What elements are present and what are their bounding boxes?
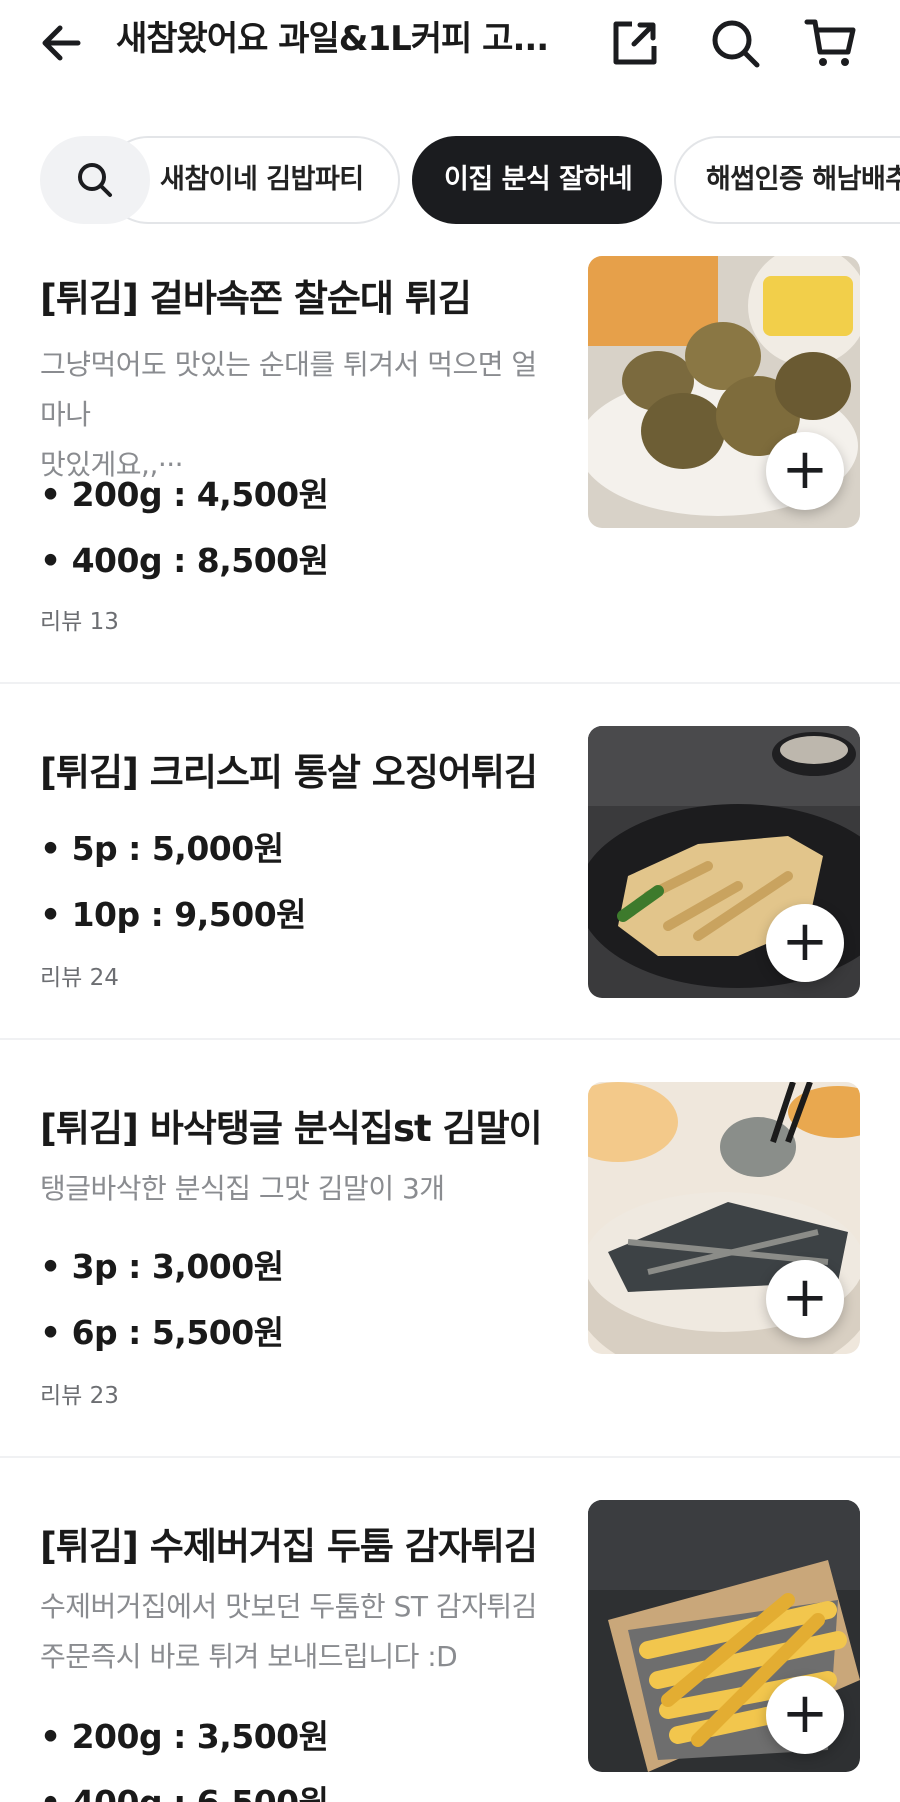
back-button[interactable]: [38, 18, 92, 68]
add-to-cart-button[interactable]: +: [766, 432, 844, 510]
plus-icon: +: [781, 1265, 829, 1330]
arrow-left-icon: [42, 25, 81, 61]
plus-icon: +: [781, 909, 829, 974]
product-description: 탱글바삭한 분식집 그맛 김말이 3개: [40, 1164, 560, 1214]
product-name: [튀김] 바삭탱글 분식집st 김말이: [40, 1107, 543, 1150]
list-item[interactable]: [튀김] 바삭탱글 분식집st 김말이 탱글바삭한 분식집 그맛 김말이 3개 …: [0, 1040, 900, 1458]
add-to-cart-button[interactable]: +: [766, 1676, 844, 1754]
description-line: 탱글바삭한 분식집 그맛 김말이 3개: [40, 1172, 445, 1205]
description-line: 주문즉시 바로 튀겨 보내드립니다 :D: [40, 1640, 458, 1673]
price-option: • 6p : 5,500원: [40, 1313, 284, 1352]
search-icon: [78, 163, 112, 197]
product-description: 수제버거집에서 맛보던 두툼한 ST 감자튀김 주문즉시 바로 튀겨 보내드립니…: [40, 1582, 560, 1682]
plus-icon: +: [781, 1681, 829, 1746]
list-item[interactable]: [튀김] 수제버거집 두툼 감자튀김 수제버거집에서 맛보던 두툼한 ST 감자…: [0, 1458, 900, 1802]
tab-category-2[interactable]: 해썹인증 해남배추: [674, 136, 900, 224]
price-option: • 3p : 3,000원: [40, 1247, 284, 1286]
product-name: [튀김] 크리스피 통살 오징어튀김: [40, 751, 538, 794]
cart-icon: [804, 19, 856, 66]
price-option: • 200g : 4,500원: [40, 475, 329, 514]
plus-icon: +: [781, 437, 829, 502]
add-to-cart-button[interactable]: +: [766, 904, 844, 982]
cart-button[interactable]: [804, 16, 858, 70]
price-option: • 200g : 3,500원: [40, 1717, 329, 1756]
review-count: 리뷰 13: [40, 609, 119, 635]
search-icon: [712, 20, 760, 68]
menu-search-button[interactable]: [40, 136, 150, 224]
store-title: 새참왔어요 과일&1L커피 고...: [116, 19, 549, 59]
share-button[interactable]: [608, 16, 662, 70]
description-line: 수제버거집에서 맛보던 두툼한 ST 감자튀김: [40, 1590, 537, 1623]
description-line: 그냥먹어도 맛있는 순대를 튀겨서 먹으면 얼마나: [40, 348, 537, 431]
list-item[interactable]: [튀김] 겉바속쫀 찰순대 튀김 그냥먹어도 맛있는 순대를 튀겨서 먹으면 얼…: [0, 236, 900, 684]
price-option: • 400g : 6,500원: [40, 1776, 329, 1802]
share-icon: [613, 21, 657, 65]
price-option: • 5p : 5,000원: [40, 829, 284, 868]
list-item[interactable]: [튀김] 크리스피 통살 오징어튀김 • 5p : 5,000원 • 10p :…: [0, 684, 900, 1040]
review-count: 리뷰 24: [40, 965, 119, 991]
top-app-bar: 새참왔어요 과일&1L커피 고...: [0, 0, 900, 100]
search-button[interactable]: [708, 16, 762, 70]
price-option: • 10p : 9,500원: [40, 895, 307, 934]
category-tabs: 새참이네 김밥파티 이집 분식 잘하네 해썹인증 해남배추: [0, 134, 900, 226]
product-name: [튀김] 겉바속쫀 찰순대 튀김: [40, 277, 472, 320]
add-to-cart-button[interactable]: +: [766, 1260, 844, 1338]
product-name: [튀김] 수제버거집 두툼 감자튀김: [40, 1525, 538, 1568]
tab-category-1[interactable]: 이집 분식 잘하네: [412, 136, 662, 224]
price-option: • 400g : 8,500원: [40, 541, 329, 580]
review-count: 리뷰 23: [40, 1383, 119, 1409]
